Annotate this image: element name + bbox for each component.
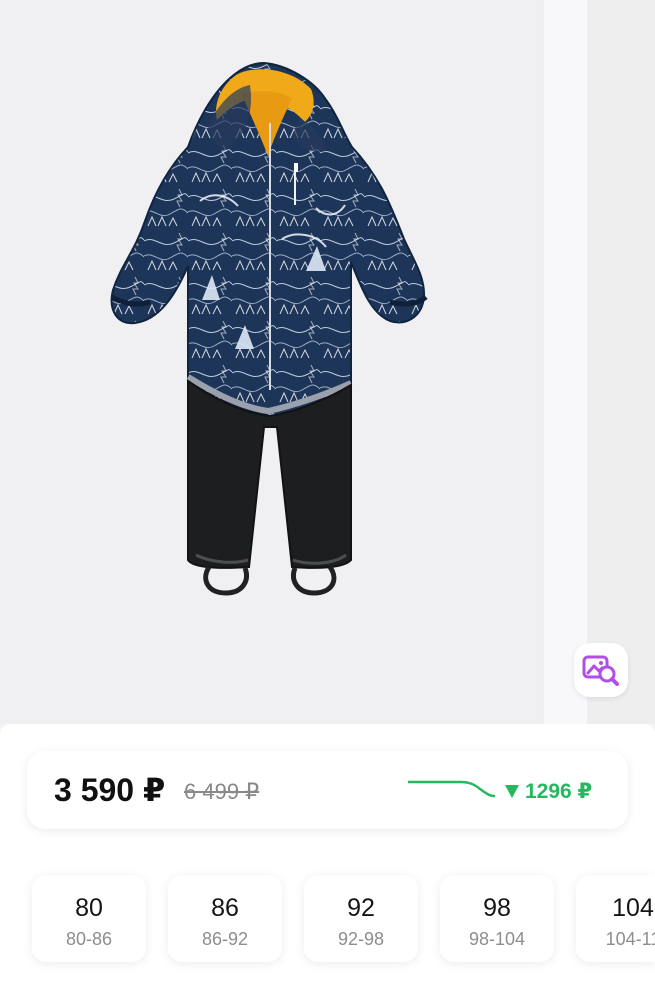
size-range: 86-92: [201, 929, 249, 949]
size-value: 92: [347, 894, 375, 922]
size-option-86[interactable]: 86 86-92: [168, 875, 282, 962]
product-gallery[interactable]: [0, 0, 655, 724]
size-range: 104-11: [605, 929, 655, 949]
size-option-80[interactable]: 80 80-86: [32, 875, 146, 962]
size-value: 80: [75, 894, 103, 922]
size-value: 86: [211, 894, 239, 922]
old-price: 6 499 ₽: [184, 779, 260, 804]
size-range: 80-86: [65, 929, 113, 949]
price-trend-icon: [408, 780, 496, 798]
next-gallery-slide[interactable]: [587, 0, 655, 724]
price-drop-amount: 1296 ₽: [525, 779, 593, 803]
size-value: 98: [483, 894, 511, 922]
size-option-98[interactable]: 98 98-104: [440, 875, 554, 962]
price-drop: 1296 ₽: [505, 778, 592, 804]
size-range: 98-104: [468, 929, 526, 949]
image-search-icon: [582, 655, 619, 686]
size-selector: 80 80-86 86 86-92 92 92-98 98 98-104 104…: [0, 875, 655, 963]
size-range: 92-98: [337, 929, 385, 949]
kids-overall-image: [110, 61, 428, 596]
size-option-92[interactable]: 92 92-98: [304, 875, 418, 962]
price-history-card[interactable]: 3 590 ₽ 6 499 ₽ 1296 ₽: [27, 751, 628, 829]
image-search-button[interactable]: [574, 643, 628, 697]
product-page: 3 590 ₽ 6 499 ₽ 1296 ₽ 80 80-86 86 86-92…: [0, 0, 655, 1000]
truncated-next-section-text: [27, 990, 69, 1000]
gallery-slide-edge: [543, 0, 588, 724]
size-value: 104: [612, 894, 654, 922]
size-option-104[interactable]: 104 104-11: [576, 875, 655, 962]
down-arrow-icon: [505, 785, 519, 798]
current-price: 3 590 ₽: [54, 772, 166, 808]
